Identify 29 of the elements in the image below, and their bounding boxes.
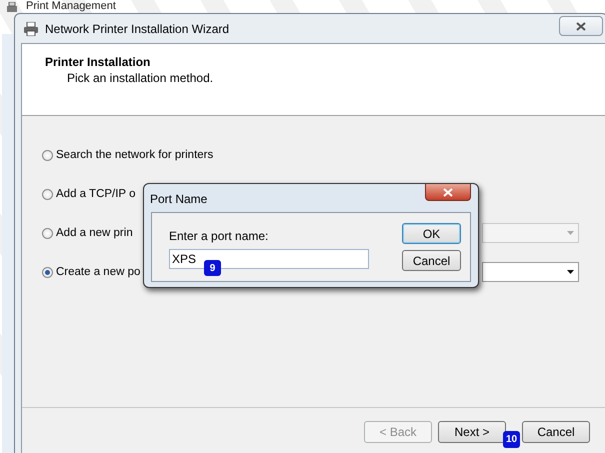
dialog-button[interactable]: Cancel (402, 250, 461, 271)
close-button[interactable] (559, 16, 603, 36)
close-icon (576, 22, 586, 30)
step-badge: 9 (204, 260, 221, 276)
dropdown[interactable] (482, 262, 579, 282)
field-label: Enter a port name: (169, 229, 270, 243)
dialog-button[interactable]: OK (402, 223, 461, 244)
close-icon (443, 188, 453, 196)
background-window-title: Print Management (26, 0, 116, 12)
radio-button[interactable] (42, 266, 53, 278)
option-label: Search the network for printers (56, 149, 214, 161)
option-label: Add a TCP/IP o (56, 188, 136, 200)
printer-icon (23, 22, 39, 36)
printer-icon (6, 2, 18, 14)
caret-icon (567, 231, 574, 235)
page-subtitle: Pick an installation method. (66, 71, 214, 85)
wizard-button[interactable]: Cancel (522, 421, 590, 443)
dialog-title: Port Name (150, 192, 208, 206)
window-title: Network Printer Installation Wizard (45, 22, 230, 36)
option-label: Add a new prin (56, 227, 133, 239)
close-button[interactable] (425, 184, 471, 201)
radio-button[interactable] (42, 228, 53, 238)
page-title: Printer Installation (45, 55, 152, 69)
option-label: Create a new po (56, 266, 140, 278)
caret-icon (567, 270, 574, 274)
radio-button[interactable] (42, 150, 53, 160)
radio-button[interactable] (42, 188, 53, 200)
step-badge: 10 (503, 431, 520, 448)
wizard-button[interactable]: Next > (438, 421, 506, 443)
